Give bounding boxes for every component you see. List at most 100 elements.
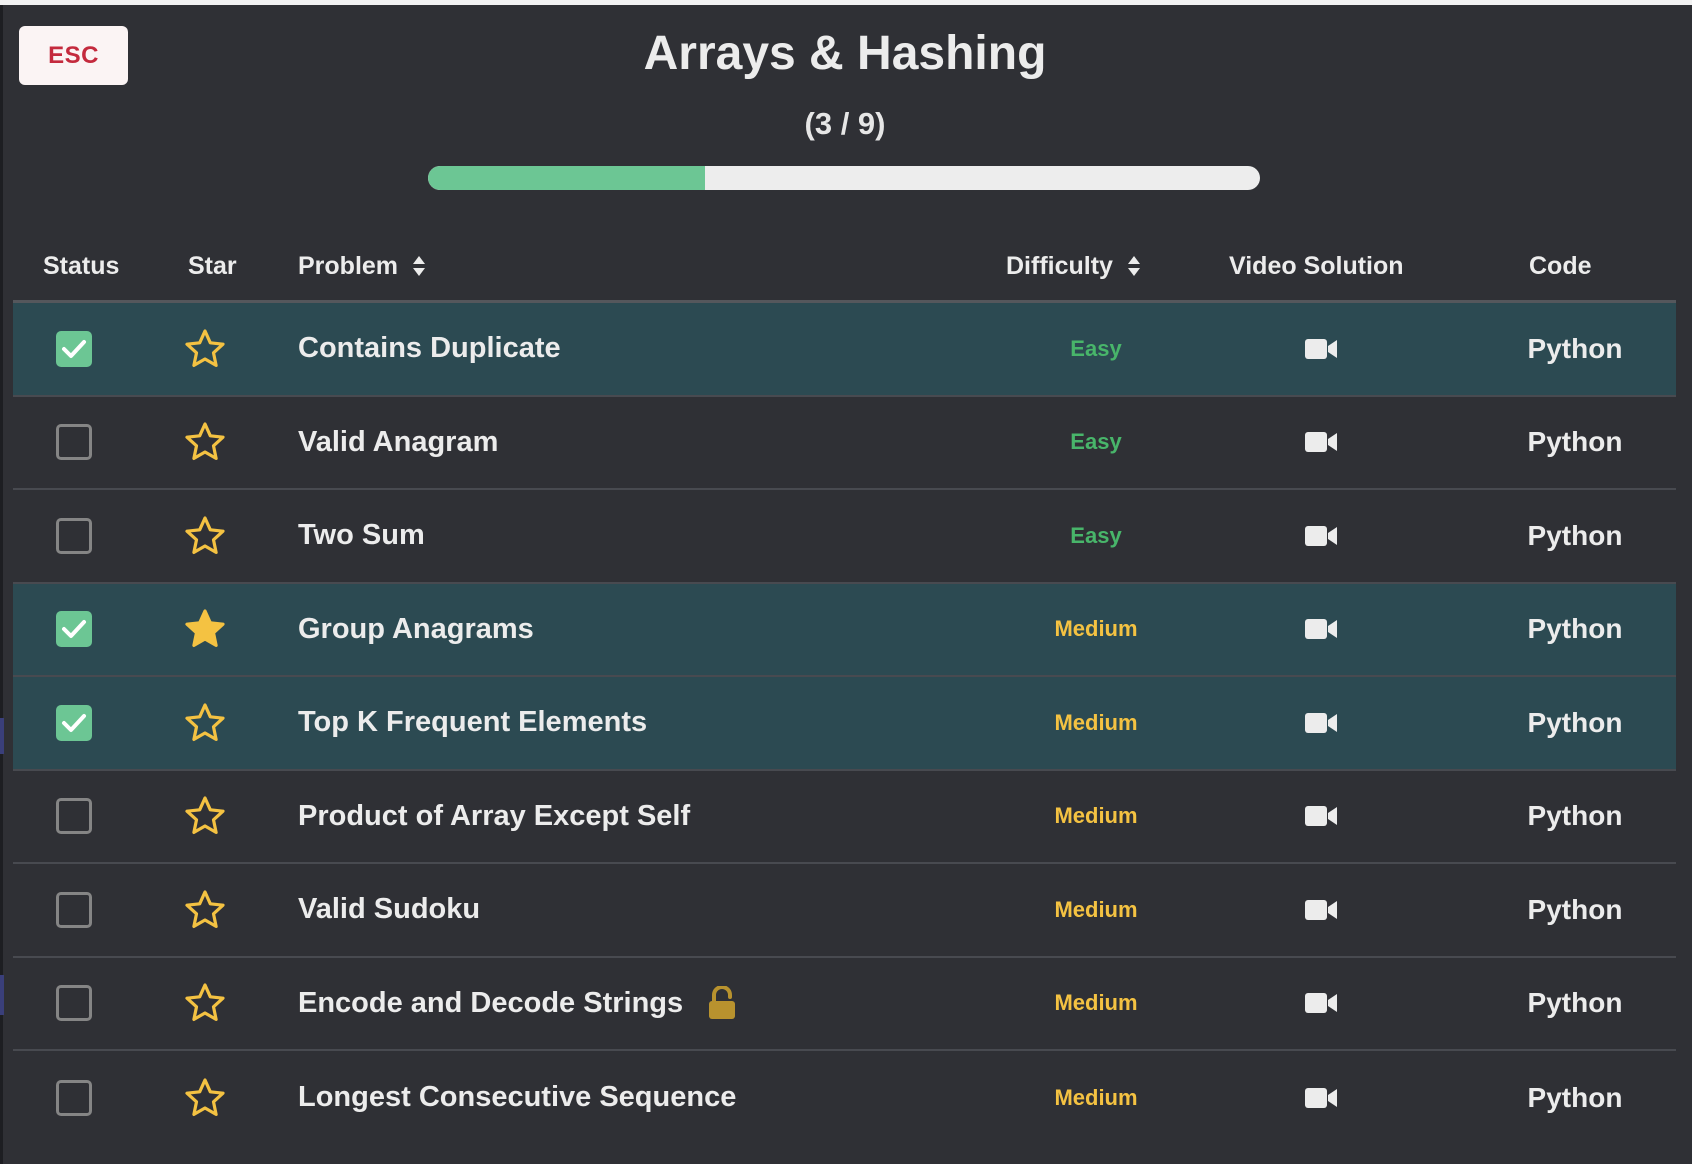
status-checkbox[interactable] [56,330,92,367]
status-checkbox[interactable] [56,517,92,554]
column-code: Code [1529,232,1592,300]
progress-bar [428,166,1260,190]
status-cell [56,584,92,676]
status-checkbox[interactable] [56,704,92,741]
status-checkbox[interactable] [56,1079,92,1116]
video-cell [1304,584,1338,676]
problem-cell: Valid Sudoku [298,864,480,956]
table-header: Status Star Problem Difficulty Video Sol… [13,232,1676,303]
star-filled-icon[interactable] [184,608,226,650]
sort-icon [413,256,426,276]
status-cell [56,677,92,769]
video-camera-icon[interactable] [1304,898,1338,922]
star-outline-icon[interactable] [184,795,226,837]
top-strip [0,0,1692,5]
problem-cell: Group Anagrams [298,584,534,676]
problem-link[interactable]: Product of Array Except Self [298,800,690,833]
table-row: Top K Frequent Elements Medium Python [13,677,1676,771]
code-link-python[interactable]: Python [1495,894,1655,926]
status-checkbox[interactable] [56,611,92,648]
video-camera-icon[interactable] [1304,524,1338,548]
star-outline-icon[interactable] [184,702,226,744]
difficulty-badge: Medium [1054,803,1138,829]
star-outline-icon[interactable] [184,982,226,1024]
code-cell: Python [1495,864,1655,956]
problem-link[interactable]: Valid Sudoku [298,893,480,926]
status-cell [56,771,92,863]
status-checkbox[interactable] [56,798,92,835]
status-checkbox[interactable] [56,424,92,461]
difficulty-badge: Medium [1054,896,1138,922]
code-link-python[interactable]: Python [1495,613,1655,645]
problem-cell: Contains Duplicate [298,303,561,395]
code-cell: Python [1495,1051,1655,1145]
star-cell [184,584,226,676]
video-camera-icon[interactable] [1304,430,1338,454]
video-camera-icon[interactable] [1304,804,1338,828]
problem-link[interactable]: Contains Duplicate [298,332,561,365]
code-link-python[interactable]: Python [1495,426,1655,458]
status-cell [56,303,92,395]
column-difficulty-sort[interactable]: Difficulty [1006,232,1141,300]
code-cell: Python [1495,958,1655,1050]
video-camera-icon[interactable] [1304,617,1338,641]
code-link-python[interactable]: Python [1495,707,1655,739]
difficulty-badge: Medium [1054,709,1138,735]
problem-table: Status Star Problem Difficulty Video Sol… [13,232,1676,1145]
video-cell [1304,958,1338,1050]
code-link-python[interactable]: Python [1495,520,1655,552]
video-camera-icon[interactable] [1304,337,1338,361]
problem-link[interactable]: Two Sum [298,519,425,552]
video-cell [1304,1051,1338,1145]
code-cell: Python [1495,771,1655,863]
difficulty-cell: Medium [1016,584,1176,676]
star-outline-icon[interactable] [184,1077,226,1119]
code-cell: Python [1495,397,1655,489]
table-body: Contains Duplicate Easy Python Valid Ana… [13,303,1676,1145]
column-video: Video Solution [1229,232,1404,300]
problem-link[interactable]: Longest Consecutive Sequence [298,1081,736,1114]
code-link-python[interactable]: Python [1495,987,1655,1019]
status-cell [56,397,92,489]
star-cell [184,771,226,863]
problem-link[interactable]: Group Anagrams [298,613,534,646]
code-link-python[interactable]: Python [1495,333,1655,365]
check-icon [62,713,86,732]
difficulty-cell: Easy [1016,397,1176,489]
video-camera-icon[interactable] [1304,711,1338,735]
video-camera-icon[interactable] [1304,1086,1338,1110]
column-star: Star [188,232,237,300]
column-difficulty-label: Difficulty [1006,251,1113,280]
code-cell: Python [1495,303,1655,395]
problem-link[interactable]: Encode and Decode Strings [298,987,683,1020]
video-cell [1304,864,1338,956]
problem-cell: Longest Consecutive Sequence [298,1051,736,1145]
table-row: Contains Duplicate Easy Python [13,303,1676,397]
check-icon [62,339,86,358]
problem-link[interactable]: Valid Anagram [298,426,498,459]
column-video-label: Video Solution [1229,251,1404,280]
progress-count: (3 / 9) [804,106,886,141]
star-outline-icon[interactable] [184,889,226,931]
video-camera-icon[interactable] [1304,991,1338,1015]
column-problem-sort[interactable]: Problem [298,232,426,300]
code-link-python[interactable]: Python [1495,800,1655,832]
status-cell [56,490,92,582]
problem-link[interactable]: Top K Frequent Elements [298,706,647,739]
star-outline-icon[interactable] [184,515,226,557]
code-cell: Python [1495,677,1655,769]
table-row: Valid Sudoku Medium Python [13,864,1676,958]
difficulty-cell: Easy [1016,490,1176,582]
star-outline-icon[interactable] [184,328,226,370]
difficulty-cell: Medium [1016,958,1176,1050]
code-link-python[interactable]: Python [1495,1082,1655,1114]
video-cell [1304,397,1338,489]
table-row: Valid Anagram Easy Python [13,397,1676,490]
status-checkbox[interactable] [56,985,92,1022]
difficulty-cell: Medium [1016,864,1176,956]
column-code-label: Code [1529,251,1592,280]
status-checkbox[interactable] [56,891,92,928]
star-outline-icon[interactable] [184,421,226,463]
star-cell [184,677,226,769]
column-star-label: Star [188,251,237,280]
